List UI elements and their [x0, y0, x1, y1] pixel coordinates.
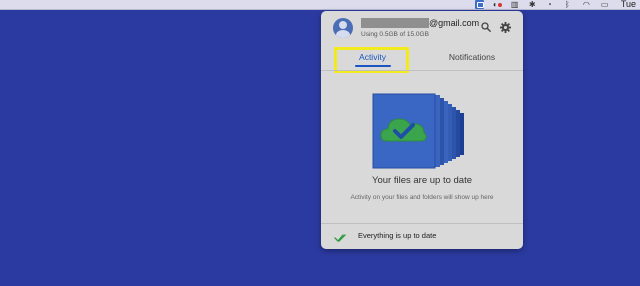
- wifi-icon[interactable]: ◠: [583, 0, 592, 9]
- tabs-divider: [321, 70, 523, 71]
- footer-divider: [321, 223, 523, 224]
- bluetooth-icon[interactable]: ᛒ: [565, 0, 574, 9]
- gear-icon[interactable]: [499, 21, 511, 33]
- email-redaction: [361, 18, 429, 28]
- tab-notifications[interactable]: Notifications: [429, 45, 515, 69]
- document-icon[interactable]: ▥: [511, 0, 520, 9]
- search-icon[interactable]: [480, 21, 492, 33]
- account-email: @gmail.com: [361, 17, 479, 29]
- menu-bar-status-icons: ◐ ▥ ✱ ◔ ᛒ ◠ ▭ Tue: [474, 0, 640, 9]
- time-machine-icon[interactable]: ◔: [547, 0, 556, 9]
- double-check-icon: [334, 230, 348, 242]
- storage-usage: Using 0.5GB of 15.0GB: [361, 31, 429, 38]
- record-icon[interactable]: ◐: [493, 0, 502, 9]
- drive-sync-panel: @gmail.com Using 0.5GB of 15.0GB Activit…: [321, 11, 523, 249]
- menu-bar: ◐ ▥ ✱ ◔ ᛒ ◠ ▭ Tue: [0, 0, 640, 10]
- status-title: Your files are up to date: [372, 175, 472, 186]
- email-suffix: @gmail.com: [429, 18, 480, 28]
- mirroring-icon[interactable]: ▭: [601, 0, 610, 9]
- status-subtitle: Activity on your files and folders will …: [350, 194, 494, 201]
- account-header: @gmail.com Using 0.5GB of 15.0GB: [321, 11, 523, 45]
- bluetooth-icon[interactable]: ✱: [529, 0, 538, 9]
- tab-bar: Activity Notifications: [321, 45, 523, 73]
- footer-status: Everything is up to date: [358, 231, 437, 240]
- menu-bar-clock[interactable]: Tue: [619, 0, 636, 9]
- up-to-date-illustration: [371, 91, 473, 171]
- google-drive-icon[interactable]: [474, 0, 484, 9]
- avatar[interactable]: [333, 18, 353, 38]
